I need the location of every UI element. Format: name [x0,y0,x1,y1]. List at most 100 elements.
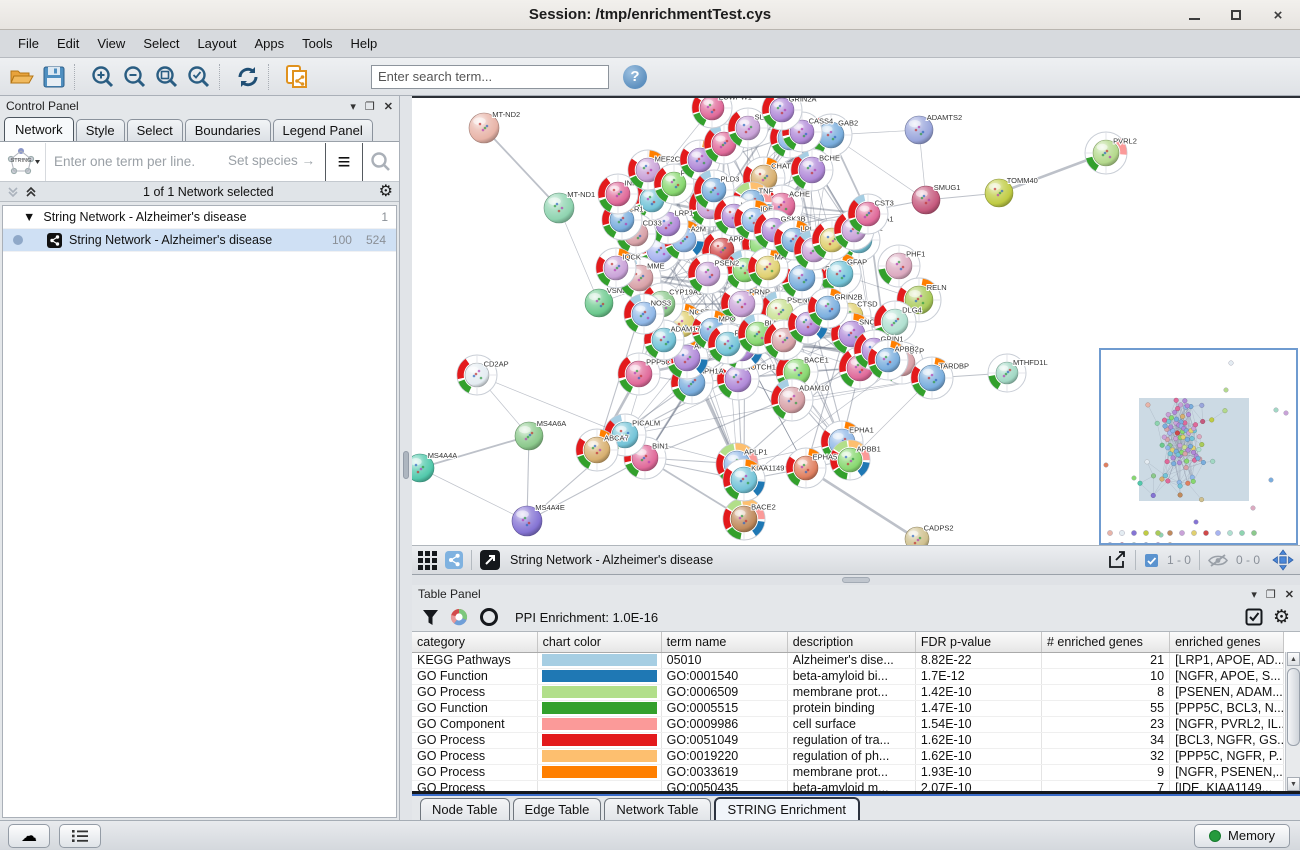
string-tab-icon[interactable] [445,551,463,569]
table-row[interactable]: GO FunctionGO:0005515protein binding1.47… [412,700,1284,716]
zoom-out-button[interactable] [120,62,150,92]
network-node[interactable]: CST3 [848,194,894,234]
column-header[interactable]: description [787,632,915,652]
splitter-handle[interactable] [842,577,870,583]
table-row[interactable]: GO FunctionGO:0001540beta-amyloid bi...1… [412,668,1284,684]
menu-item-file[interactable]: File [10,32,47,55]
splitter-handle[interactable] [403,451,409,479]
tab-select[interactable]: Select [127,119,183,141]
panel-close-icon[interactable]: ✕ [1285,588,1294,601]
table-row[interactable]: GO ProcessGO:0033619membrane prot...1.93… [412,764,1284,780]
select-columns-icon[interactable] [1245,608,1263,626]
search-input[interactable] [371,65,609,89]
string-logo-icon[interactable]: STRING [0,143,46,181]
menu-item-tools[interactable]: Tools [294,32,340,55]
memory-button[interactable]: Memory [1194,824,1290,848]
detach-view-icon[interactable] [480,550,500,570]
network-node[interactable]: KIAA1149 [723,459,784,501]
network-node[interactable]: MS4A4A [412,451,457,482]
refresh-button[interactable] [233,62,263,92]
help-icon[interactable]: ? [623,65,647,89]
panel-menu-icon[interactable]: ▾ [1251,588,1257,601]
column-header[interactable]: term name [661,632,787,652]
minimize-button[interactable] [1186,7,1202,23]
table-row[interactable]: GO ProcessGO:0051049regulation of tra...… [412,732,1284,748]
table-row[interactable]: GO ComponentGO:0009986cell surface1.54E-… [412,716,1284,732]
table-row[interactable]: GO ProcessGO:0019220regulation of ph...1… [412,748,1284,764]
save-session-button[interactable] [39,62,69,92]
grid-view-icon[interactable] [418,551,437,570]
network-from-clipboard-button[interactable] [282,62,312,92]
donut-chart-icon[interactable] [449,607,469,627]
maximize-button[interactable] [1228,7,1244,23]
species-hint[interactable]: Set species → [228,153,315,168]
scroll-thumb[interactable] [1287,668,1300,746]
menu-item-layout[interactable]: Layout [189,32,244,55]
zoom-selected-button[interactable] [184,62,214,92]
panel-float-icon[interactable]: ❐ [365,100,375,113]
close-button[interactable]: × [1270,7,1286,23]
menu-item-view[interactable]: View [89,32,133,55]
tab-boundaries[interactable]: Boundaries [185,119,271,141]
birds-eye-view[interactable] [1099,348,1298,545]
expand-all-icon[interactable] [24,185,38,199]
tab-edge-table[interactable]: Edge Table [513,798,602,820]
column-header[interactable]: # enriched genes [1041,632,1169,652]
zoom-fit-button[interactable] [152,62,182,92]
network-node[interactable]: MTHFD1L [988,354,1048,392]
network-node[interactable]: PVRL2 [1085,132,1137,174]
network-node[interactable]: MT-ND1 [544,190,595,223]
export-network-icon[interactable] [1107,550,1127,570]
table-row[interactable]: KEGG Pathways05010Alzheimer's dise...8.8… [412,652,1284,668]
horizontal-splitter[interactable] [412,575,1300,585]
tab-legend-panel[interactable]: Legend Panel [273,119,373,141]
column-header[interactable]: enriched genes [1170,632,1284,652]
network-node[interactable]: SMUG1 [912,183,960,214]
panel-menu-icon[interactable]: ▾ [350,100,356,113]
network-node[interactable]: APBB1 [830,440,881,480]
column-header[interactable]: chart color [537,632,661,652]
network-node[interactable]: BACE2 [723,498,776,540]
gear-icon[interactable]: ⚙ [1273,608,1290,627]
cloud-tasks-button[interactable]: ☁ [8,824,50,848]
network-node[interactable]: TARDBP [911,357,969,399]
collapse-all-icon[interactable] [6,185,20,199]
ring-chart-icon[interactable] [479,607,499,627]
network-collection-row[interactable]: ▼ String Network - Alzheimer's disease 1 [3,206,396,229]
tab-network-table[interactable]: Network Table [604,798,710,820]
menu-item-edit[interactable]: Edit [49,32,87,55]
network-view[interactable]: MT-ND2MT-ND1VSNL1CD2APMS4A6AMS4A4AMS4A4E… [412,96,1300,545]
menu-item-select[interactable]: Select [135,32,187,55]
column-header[interactable]: category [412,632,537,652]
open-session-button[interactable] [7,62,37,92]
network-node[interactable]: ADAMTS2 [905,113,962,144]
scroll-down-icon[interactable]: ▼ [1287,777,1300,791]
menu-item-help[interactable]: Help [343,32,386,55]
hidden-eye-icon[interactable] [1208,553,1228,568]
network-node[interactable]: TOMM40 [985,176,1038,207]
string-options-button[interactable]: ≡ [325,143,362,181]
network-row[interactable]: String Network - Alzheimer's disease 100… [3,229,396,252]
menu-item-apps[interactable]: Apps [247,32,293,55]
collection-expand-icon[interactable]: ▼ [23,210,35,224]
network-node[interactable]: MS4A6A [515,419,566,450]
string-search-button[interactable] [362,143,399,181]
column-header[interactable]: FDR p-value [915,632,1041,652]
vertical-splitter[interactable] [400,96,412,820]
tab-style[interactable]: Style [76,119,125,141]
filter-icon[interactable] [422,609,439,626]
table-scrollbar[interactable]: ▲ ▼ [1285,652,1300,791]
panel-float-icon[interactable]: ❐ [1266,588,1276,601]
table-row[interactable]: GO ProcessGO:0006509membrane prot...1.42… [412,684,1284,700]
task-history-button[interactable] [59,824,101,848]
selected-checkbox-icon[interactable] [1144,553,1159,568]
network-node[interactable]: CD2AP [457,355,509,395]
zoom-in-button[interactable] [88,62,118,92]
panel-close-icon[interactable]: ✕ [384,100,393,113]
gear-icon[interactable]: ⚙ [379,184,393,200]
tab-node-table[interactable]: Node Table [420,798,510,820]
network-node[interactable]: MT-ND2 [469,110,520,143]
birds-eye-toggle-icon[interactable] [1272,549,1294,571]
tab-network[interactable]: Network [4,117,74,141]
scroll-up-icon[interactable]: ▲ [1287,652,1300,666]
